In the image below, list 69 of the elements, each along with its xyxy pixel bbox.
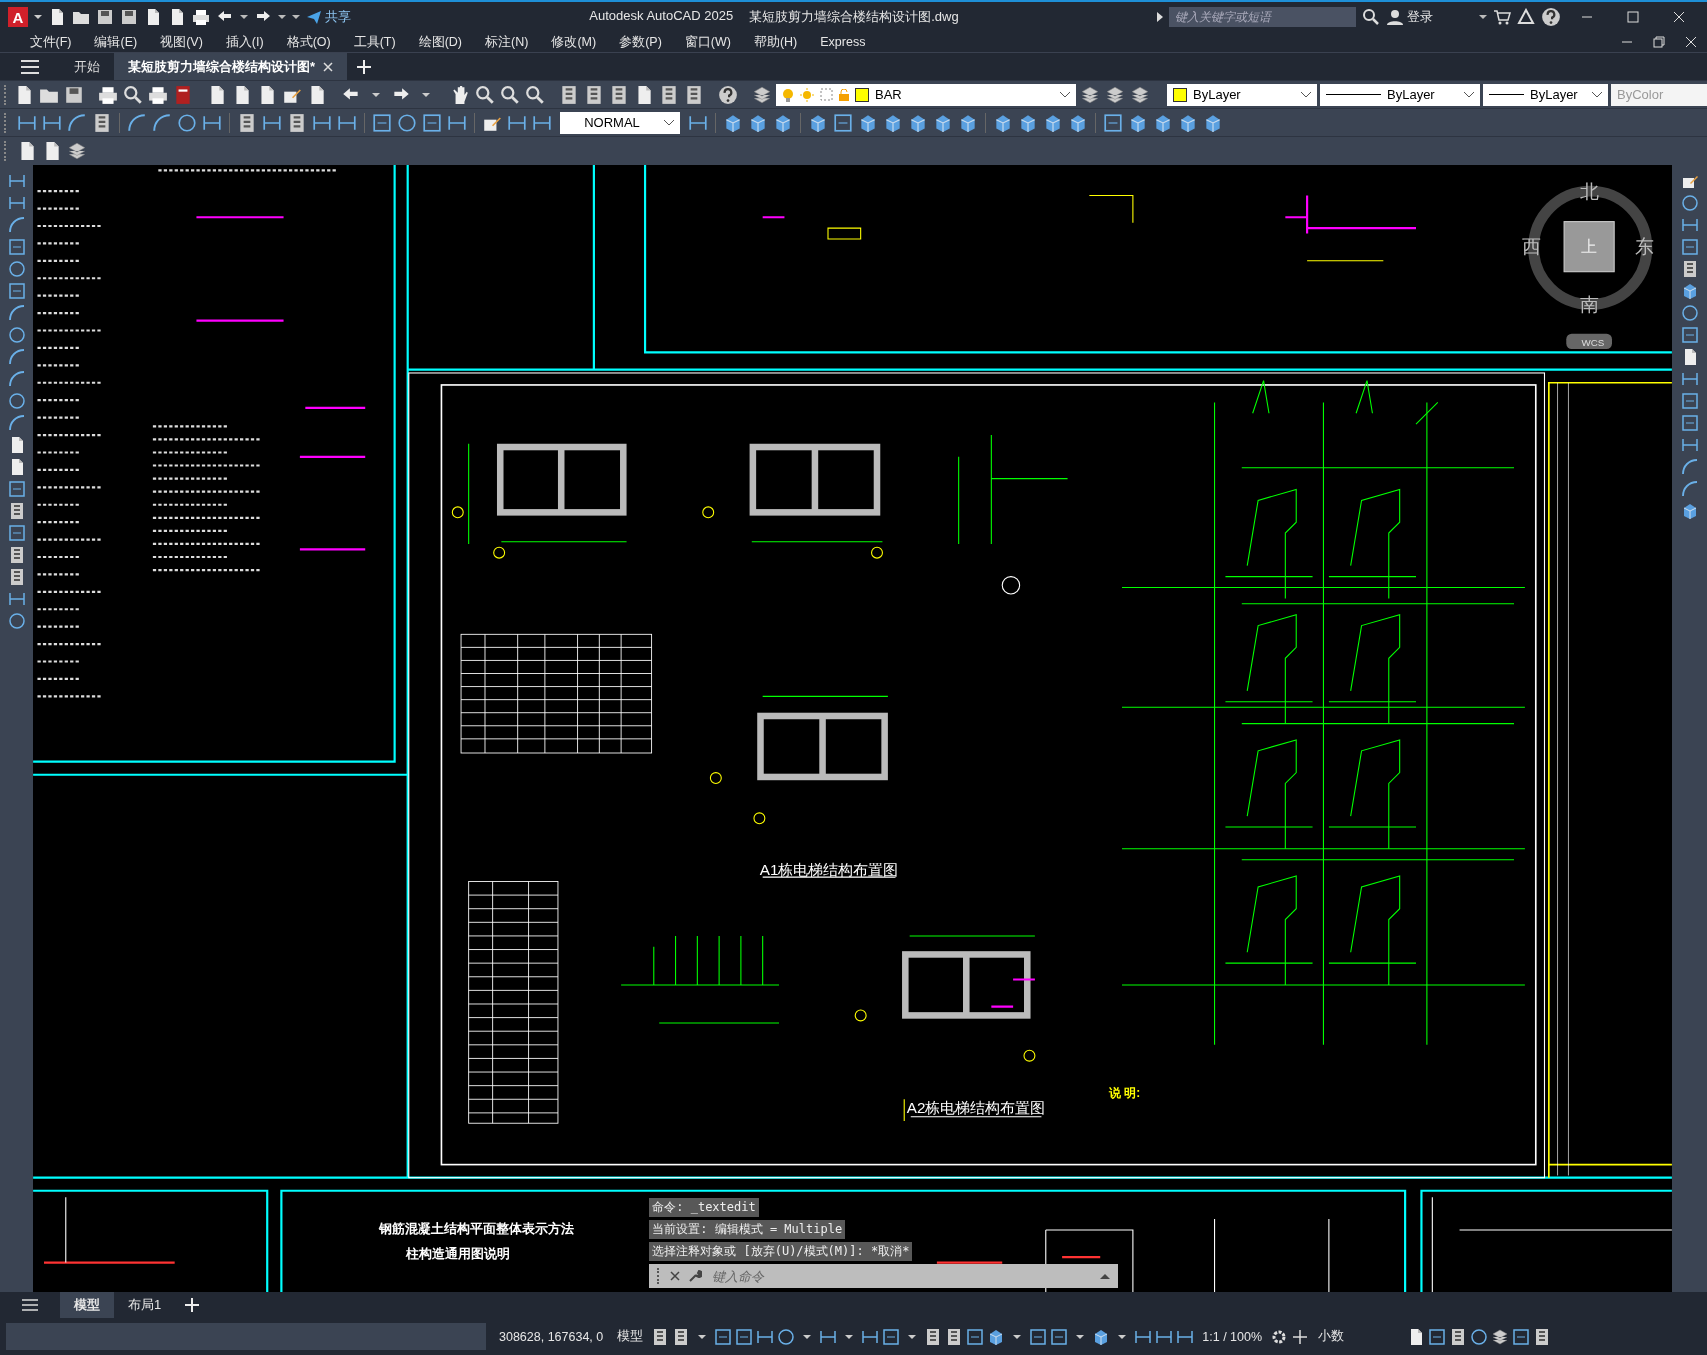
menu-item[interactable]: 编辑(E) (82, 33, 149, 51)
file-tab[interactable]: 开始 (60, 53, 114, 80)
plus-icon[interactable] (1291, 1328, 1310, 1345)
menu-item[interactable]: 标注(N) (473, 33, 540, 51)
help-icon[interactable] (1541, 7, 1561, 27)
menu-item[interactable]: 格式(O) (275, 33, 343, 51)
viewcube-north-label[interactable]: 北 (1579, 180, 1599, 202)
help-icon[interactable] (717, 84, 739, 105)
caret-icon[interactable] (1301, 91, 1311, 98)
file-name: 某短肢剪力墙综合楼结构设计图.dwg (749, 8, 959, 26)
coordinates-readout: 308628, 167634, 0 (498, 1329, 605, 1344)
menu-item[interactable]: 参数(P) (607, 33, 674, 51)
command-input[interactable]: 键入命令 (710, 1267, 1092, 1285)
light-bulb-icon[interactable] (782, 87, 794, 102)
notes-heading: 说 明: (1108, 1086, 1141, 1101)
caret-icon[interactable] (1592, 91, 1602, 98)
caret-icon[interactable] (34, 14, 42, 20)
caret-icon[interactable] (1464, 91, 1474, 98)
printer-icon[interactable] (192, 8, 210, 26)
plot-style-dropdown: ByColor (1611, 83, 1707, 106)
menu-item[interactable]: Express (808, 35, 877, 49)
triangle-icon[interactable] (1157, 12, 1163, 22)
caret-icon[interactable] (664, 119, 674, 126)
viewcube-south-label[interactable]: 南 (1579, 293, 1599, 315)
caret-icon[interactable] (1060, 91, 1070, 98)
drawing-title: A2栋电梯结构布置图 (906, 1099, 1046, 1117)
caret-icon[interactable] (1479, 14, 1487, 20)
wrench-icon[interactable] (688, 1269, 703, 1283)
menu-item[interactable]: 工具(T) (342, 33, 408, 51)
menu-item[interactable]: 修改(M) (539, 33, 608, 51)
sign-in-button[interactable]: 登录 (1386, 8, 1433, 26)
triangle-nodes-icon[interactable] (1517, 8, 1535, 26)
color-swatch (1173, 87, 1187, 102)
layout-tab[interactable]: 布局1 (114, 1292, 176, 1318)
line-preview (1326, 94, 1381, 95)
file-tab[interactable]: 某短肢剪力墙综合楼结构设计图* (114, 53, 348, 80)
color-dropdown[interactable]: ByLayer (1167, 83, 1317, 106)
search-field[interactable]: 键入关键字或短语 (1169, 7, 1356, 27)
menu-item[interactable]: 绘图(D) (407, 33, 474, 51)
caret-icon[interactable] (240, 14, 248, 20)
layer-dropdown[interactable]: BAR (776, 83, 1076, 106)
menu-item[interactable]: 帮助(H) (742, 33, 809, 51)
linetype-dropdown[interactable]: ByLayer (1320, 83, 1480, 106)
model-space-button[interactable]: 模型 (612, 1328, 649, 1345)
app-logo[interactable]: A (8, 7, 28, 27)
app-name: Autodesk AutoCAD 2025 (589, 8, 734, 25)
dimension-style-dropdown[interactable]: NORMAL (560, 111, 680, 134)
units-dropdown[interactable]: 小数 (1312, 1328, 1405, 1345)
printer-icon[interactable] (147, 84, 169, 105)
line-preview (1489, 94, 1524, 95)
menu-item[interactable]: 视图(V) (148, 33, 215, 51)
menu-item[interactable]: 文件(F) (18, 33, 83, 51)
drawing-title: A1栋电梯结构布置图 (759, 860, 899, 878)
color-swatch (855, 87, 869, 102)
drawing-title: 柱构造通用图说明 (405, 1246, 510, 1262)
annotation-scale-dropdown[interactable]: 1:1 / 100% (1197, 1329, 1268, 1344)
drawing-title: 钢筋混凝土结构平面整体表示方法 (378, 1221, 574, 1237)
close-icon[interactable] (670, 1271, 681, 1281)
lineweight-dropdown[interactable]: ByLayer (1483, 83, 1608, 106)
caret-up-icon[interactable] (1100, 1273, 1110, 1279)
cart-icon[interactable] (1493, 8, 1511, 26)
menu-item[interactable]: 窗口(W) (673, 33, 743, 51)
ucs-button[interactable]: WCS (1566, 333, 1612, 349)
user-icon (1386, 8, 1404, 26)
paper-plane-icon (306, 9, 322, 25)
layout-tab[interactable]: 模型 (60, 1292, 114, 1318)
menu-item[interactable]: 插入(I) (214, 33, 276, 51)
share-button[interactable]: 共享 (306, 8, 351, 26)
printer-icon[interactable] (97, 84, 119, 105)
